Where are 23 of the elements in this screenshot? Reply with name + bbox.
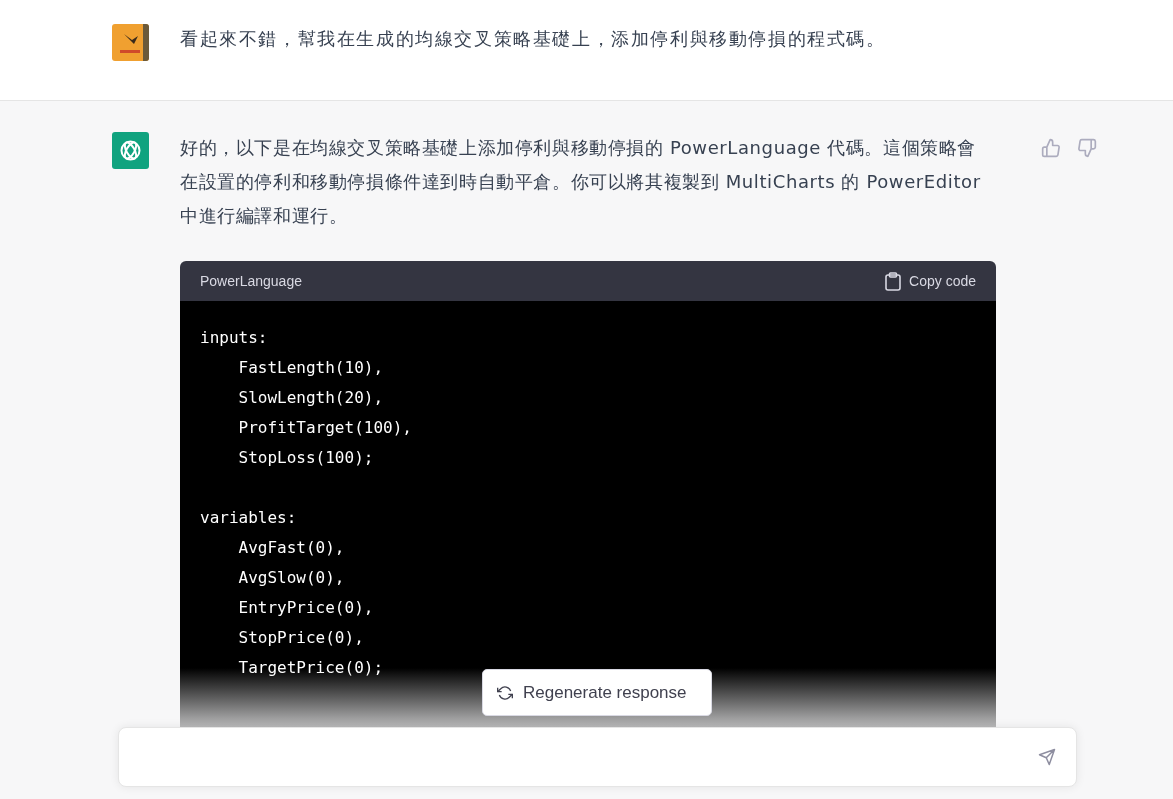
- code-language: PowerLanguage: [200, 273, 302, 289]
- code-line: TargetPrice(0);: [237, 657, 385, 679]
- code-line: variables:: [200, 507, 298, 529]
- thumbs-down-icon[interactable]: [1077, 138, 1097, 158]
- regenerate-button[interactable]: Regenerate response: [482, 669, 712, 716]
- code-line: StopLoss(100);: [237, 447, 375, 469]
- message-input[interactable]: [118, 727, 1077, 787]
- code-line: AvgFast(0),: [237, 537, 346, 559]
- code-line: StopPrice(0),: [237, 627, 365, 649]
- send-icon[interactable]: [1038, 748, 1056, 766]
- copy-code-button[interactable]: Copy code: [885, 271, 976, 291]
- code-line: inputs:: [200, 327, 269, 349]
- chatbot-logo-icon: [112, 132, 149, 169]
- refresh-icon: [497, 684, 513, 701]
- clipboard-icon: [885, 271, 902, 291]
- code-line: ProfitTarget(100),: [237, 417, 413, 439]
- code-line: AvgSlow(0),: [237, 567, 346, 589]
- assistant-message: 好的，以下是在均線交叉策略基礎上添加停利與移動停損的 PowerLanguage 代碼。這個策略會在設置的停利和移動停損條件達到時自動平倉。你可以將其複製到 MultiCharts 的 PowerEditor 中進行編譯和運行。: [180, 136, 982, 228]
- code-line: SlowLength(20),: [237, 387, 385, 409]
- code-line: EntryPrice(0),: [237, 597, 375, 619]
- code-line: FastLength(10),: [237, 357, 385, 379]
- user-message: 看起來不錯，幫我在生成的均線交叉策略基礎上，添加停利與移動停損的程式碼。: [180, 27, 886, 51]
- thumbs-up-icon[interactable]: [1041, 138, 1061, 158]
